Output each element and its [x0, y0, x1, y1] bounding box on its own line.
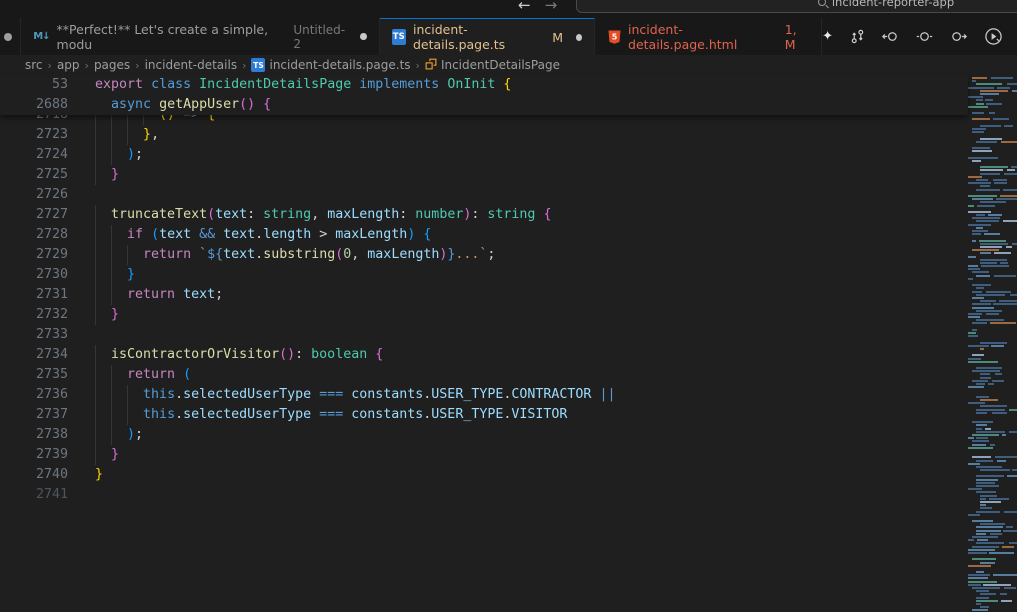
code-line-2734: 2734 isContractorOrVisitor(): boolean {: [0, 345, 968, 365]
breadcrumb-item-src[interactable]: src: [25, 58, 43, 72]
next-change-icon[interactable]: [950, 29, 967, 44]
modified-dot-icon: [4, 33, 12, 41]
code-line-2728: 2728 if (text && text.length > maxLength…: [0, 225, 968, 245]
line-number: 2724: [0, 145, 68, 165]
breadcrumb-class-label: IncidentDetailsPage: [441, 58, 560, 72]
tab-bar: M↓ **Perfect!** Let's create a simple, m…: [0, 18, 1017, 55]
chevron-right-icon: ›: [135, 59, 139, 72]
code-line-2735: 2735 return (: [0, 365, 968, 385]
code-line-2736: 2736 this.selectedUserType === constants…: [0, 385, 968, 405]
chevron-right-icon: ›: [85, 59, 89, 72]
code-line-2725: 2725 }: [0, 165, 968, 185]
previous-change-icon[interactable]: [882, 29, 899, 44]
line-number: 2731: [0, 285, 68, 305]
breadcrumb-file-label: incident-details.page.ts: [269, 58, 410, 72]
title-bar: ← → incident-reporter-app: [0, 0, 1017, 18]
line-number: 2739: [0, 445, 68, 465]
code-line-2688: 2688 async getAppUser() {: [0, 95, 968, 115]
editor-actions: ✦: [822, 18, 1017, 55]
line-number: 2723: [0, 125, 68, 145]
code-line-2729: 2729 return `${text.substring(0, maxLeng…: [0, 245, 968, 265]
line-number: 2740: [0, 465, 68, 485]
command-center-search[interactable]: incident-reporter-app: [576, 0, 1017, 13]
html-icon: 5: [607, 29, 621, 45]
navigate-back-icon[interactable]: ←: [518, 0, 531, 14]
line-number: 2732: [0, 305, 68, 325]
line-number: 2729: [0, 245, 68, 265]
tab-detail: Untitled-2: [293, 23, 347, 51]
tab-incident-details-page-ts[interactable]: TS incident-details.page.ts M: [380, 18, 596, 55]
typescript-icon: TS: [392, 29, 406, 45]
search-icon: [818, 0, 826, 6]
code-line-53: 53export class IncidentDetailsPage imple…: [0, 75, 968, 95]
svg-text:5: 5: [612, 32, 618, 41]
breadcrumb-item-class[interactable]: IncidentDetailsPage: [425, 58, 560, 73]
breadcrumb-item-app[interactable]: app: [57, 58, 80, 72]
line-number: 2736: [0, 385, 68, 405]
code-line-2741: 2741: [0, 485, 968, 505]
tab-label: incident-details.page.ts: [413, 22, 545, 52]
copilot-icon[interactable]: ✦: [822, 29, 833, 44]
code-lines: 2718 () => {2723 },2724 );2725 }27262727…: [0, 75, 968, 612]
code-line-2733: 2733: [0, 325, 968, 345]
chevron-right-icon: ›: [242, 59, 246, 72]
run-debug-icon[interactable]: [984, 27, 1003, 46]
typescript-icon: TS: [251, 58, 265, 72]
modified-dot-icon: [360, 33, 366, 40]
code-line-2738: 2738 );: [0, 425, 968, 445]
tab-label: **Perfect!** Let's create a simple, modu: [57, 22, 285, 52]
breadcrumb-item-pages[interactable]: pages: [94, 58, 130, 72]
code-line-2727: 2727 truncateText(text: string, maxLengt…: [0, 205, 968, 225]
code-line-2723: 2723 },: [0, 125, 968, 145]
line-number: 2734: [0, 345, 68, 365]
line-number: 2737: [0, 405, 68, 425]
breadcrumb: src › app › pages › incident-details › TS in…: [0, 55, 1017, 75]
open-changes-icon[interactable]: [916, 29, 933, 44]
editor-group: 53export class IncidentDetailsPage imple…: [0, 75, 1017, 612]
symbol-class-icon: [425, 58, 437, 73]
tab-untitled-2[interactable]: M↓ **Perfect!** Let's create a simple, m…: [21, 18, 379, 55]
minimap[interactable]: [968, 75, 1012, 612]
line-number: 2725: [0, 165, 68, 185]
code-line-2737: 2737 this.selectedUserType === constants…: [0, 405, 968, 425]
code-line-2724: 2724 );: [0, 145, 968, 165]
sticky-scroll[interactable]: 53export class IncidentDetailsPage imple…: [0, 75, 968, 115]
markdown-icon: M↓: [33, 31, 49, 42]
code-editor[interactable]: 53export class IncidentDetailsPage imple…: [0, 75, 968, 612]
problems-modified-badge: 1, M: [785, 22, 809, 52]
line-number: 53: [0, 75, 68, 95]
chevron-right-icon: ›: [48, 59, 52, 72]
tab-incident-details-page-html[interactable]: 5 incident-details.page.html 1, M: [595, 18, 822, 55]
line-number: 2735: [0, 365, 68, 385]
tab-overflow-stub[interactable]: [0, 18, 21, 55]
chevron-right-icon: ›: [416, 59, 420, 72]
navigate-forward-icon[interactable]: →: [545, 0, 558, 14]
code-line-2740: 2740}: [0, 465, 968, 485]
line-number: 2727: [0, 205, 68, 225]
code-line-2726: 2726: [0, 185, 968, 205]
source-control-graph-icon[interactable]: [850, 29, 865, 44]
code-line-2731: 2731 return text;: [0, 285, 968, 305]
breadcrumb-item-file[interactable]: TS incident-details.page.ts: [251, 58, 410, 72]
line-number: 2728: [0, 225, 68, 245]
tab-label: incident-details.page.html: [628, 22, 778, 52]
line-number: 2741: [0, 485, 68, 505]
breadcrumb-item-incident-details[interactable]: incident-details: [145, 58, 238, 72]
line-number: 2726: [0, 185, 68, 205]
line-number: 2733: [0, 325, 68, 345]
code-line-2730: 2730 }: [0, 265, 968, 285]
command-center-label: incident-reporter-app: [832, 0, 954, 9]
code-line-2739: 2739 }: [0, 445, 968, 465]
line-number: 2730: [0, 265, 68, 285]
code-line-2732: 2732 }: [0, 305, 968, 325]
line-number: 2688: [0, 95, 68, 115]
git-modified-badge: M: [552, 30, 563, 45]
line-number: 2738: [0, 425, 68, 445]
modified-dot-icon: [576, 34, 582, 41]
